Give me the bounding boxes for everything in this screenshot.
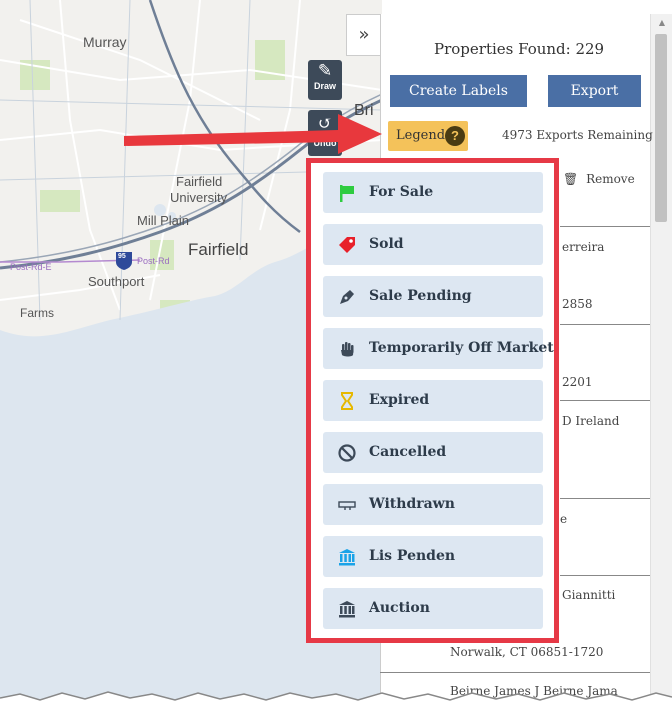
draw-label: Draw — [313, 81, 336, 91]
map-label-murray: Murray — [83, 34, 127, 50]
legend-label: Sale Pending — [369, 288, 472, 304]
panel-scrollbar[interactable]: ▲ — [650, 14, 672, 704]
legend-item-for-sale: For Sale — [323, 172, 543, 213]
map-road-post-rd: Post-Rd — [137, 256, 170, 266]
map-road-post-rd-e: Post-Rd-E — [10, 262, 52, 272]
legend-label: Cancelled — [369, 444, 447, 460]
row-divider — [380, 672, 650, 673]
legend-label: Lis Penden — [369, 548, 456, 564]
row-divider — [560, 575, 650, 576]
list-item-text: 2858 — [562, 297, 593, 311]
legend-label: Sold — [369, 236, 404, 252]
row-divider — [560, 226, 650, 227]
legend-label: For Sale — [369, 184, 434, 200]
map-label-farms: Farms — [20, 306, 54, 320]
undo-button[interactable]: ↺ Undo — [308, 110, 342, 156]
list-item-text: Giannitti — [562, 588, 616, 602]
list-item-text: D Ireland — [562, 414, 620, 428]
pencil-icon: ✎ — [317, 61, 333, 81]
scroll-thumb[interactable] — [655, 34, 667, 222]
legend-popup: For Sale Sold Sale Pending Temporarily O… — [306, 158, 559, 643]
draw-button[interactable]: ✎ Draw — [308, 60, 342, 100]
map-label-bri: Bri — [354, 102, 374, 119]
remove-label: Remove — [586, 172, 635, 186]
list-item-text: e — [560, 512, 568, 526]
list-item-text: 2201 — [562, 375, 593, 389]
list-item-address: Norwalk, CT 06851-1720 — [450, 645, 604, 659]
bank-blue-icon — [339, 549, 355, 566]
remove-button[interactable]: 🗑 Remove — [563, 172, 635, 186]
legend-item-sale-pending: Sale Pending — [323, 276, 543, 317]
for-sale-flag-icon — [340, 185, 354, 202]
hourglass-icon — [341, 392, 353, 410]
legend-item-cancelled: Cancelled — [323, 432, 543, 473]
legend-label: Legend — [396, 128, 446, 143]
map-label-mill-plain: Mill Plain — [137, 213, 190, 228]
undo-icon: ↺ — [317, 114, 333, 134]
row-divider — [560, 324, 650, 325]
legend-item-temporarily-off-market: Temporarily Off Market — [323, 328, 554, 369]
torn-edge — [0, 691, 672, 712]
row-divider — [560, 400, 650, 401]
legend-item-auction: Auction — [323, 588, 543, 629]
legend-item-lis-penden: Lis Penden — [323, 536, 543, 577]
highway-shield-number: 95 — [118, 253, 126, 260]
pen-nib-icon — [340, 290, 354, 304]
legend-button[interactable]: Legend ? — [388, 121, 468, 151]
export-button[interactable]: Export — [548, 75, 641, 107]
map-label-fairfield-university-1: Fairfield — [176, 174, 223, 189]
scroll-up-icon[interactable]: ▲ — [651, 14, 672, 32]
legend-label: Auction — [369, 600, 430, 616]
legend-label: Temporarily Off Market — [369, 340, 554, 356]
create-labels-button[interactable]: Create Labels — [390, 75, 527, 107]
legend-item-sold: Sold — [323, 224, 543, 265]
legend-item-withdrawn: Withdrawn — [323, 484, 543, 525]
bank-dark-icon — [339, 601, 355, 618]
collapse-panel-button[interactable]: » — [346, 14, 381, 56]
map-label-fairfield-university-2: University — [170, 190, 228, 205]
legend-label: Expired — [369, 392, 430, 408]
withdrawn-sign-icon — [338, 501, 356, 510]
list-item-text: erreira — [562, 240, 605, 254]
map-label-southport: Southport — [88, 274, 145, 289]
properties-found-title: Properties Found: 229 — [434, 40, 605, 58]
legend-item-expired: Expired — [323, 380, 543, 421]
legend-label: Withdrawn — [369, 496, 455, 512]
undo-label: Undo — [313, 138, 337, 148]
map-label-fairfield: Fairfield — [188, 240, 249, 259]
chevron-double-right-icon: » — [358, 24, 370, 45]
trash-icon: 🗑 — [563, 172, 579, 186]
help-icon[interactable]: ? — [445, 126, 465, 146]
exports-remaining: 4973 Exports Remaining — [502, 128, 653, 142]
ban-icon — [338, 444, 356, 462]
hand-icon — [341, 342, 354, 357]
row-divider — [560, 498, 650, 499]
sold-tag-icon — [339, 237, 355, 253]
